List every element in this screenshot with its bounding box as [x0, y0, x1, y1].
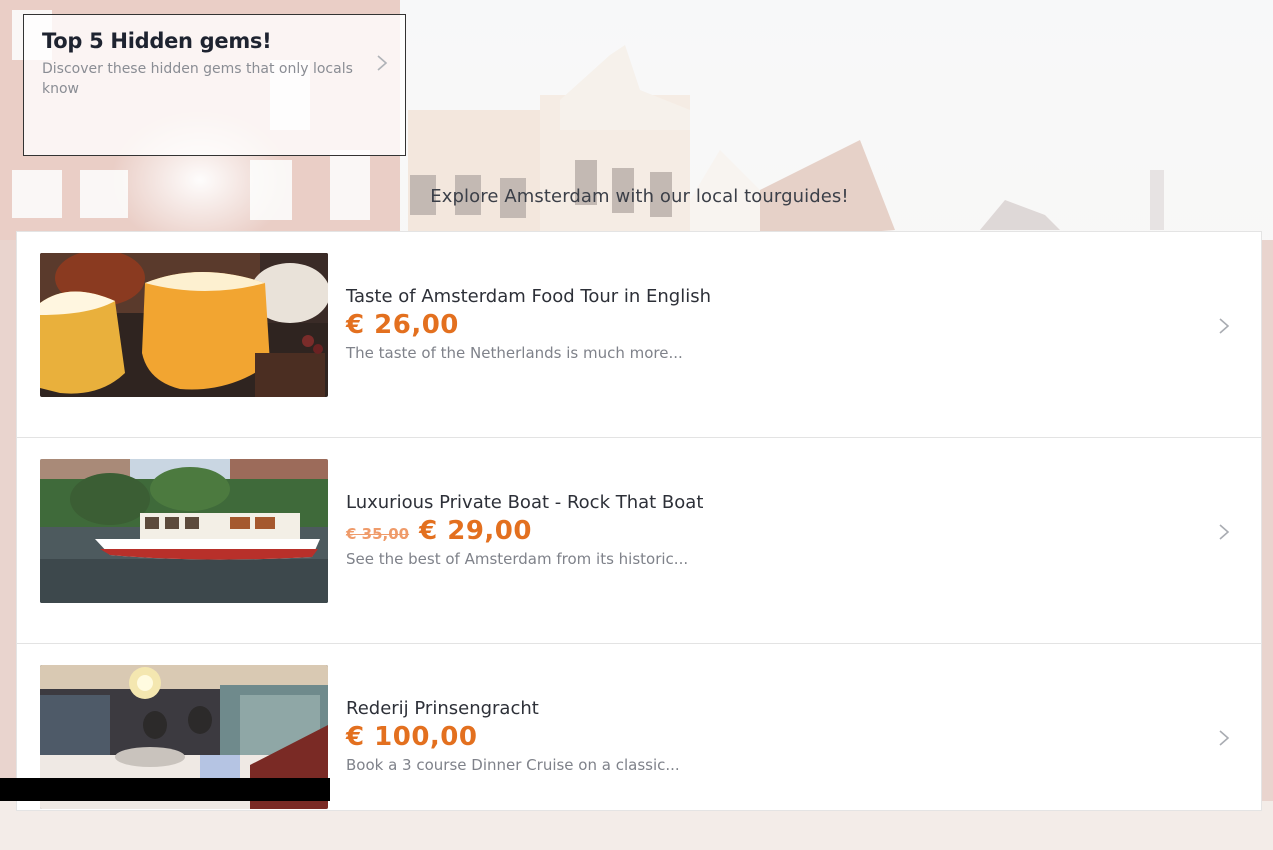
- tour-item[interactable]: Luxurious Private Boat - Rock That Boat …: [17, 438, 1261, 644]
- hidden-gems-card[interactable]: Top 5 Hidden gems! Discover these hidden…: [23, 14, 406, 156]
- tour-old-price: € 35,00: [346, 525, 410, 543]
- chevron-right-icon: [377, 55, 388, 71]
- tour-description: See the best of Amsterdam from its histo…: [346, 550, 689, 568]
- tour-price: € 100,00: [346, 722, 478, 752]
- chevron-right-icon[interactable]: [1217, 316, 1231, 336]
- explore-heading: Explore Amsterdam with our local tourgui…: [430, 186, 849, 207]
- chevron-right-icon[interactable]: [1217, 728, 1231, 748]
- tour-price-row: € 100,00: [346, 722, 477, 756]
- tour-item[interactable]: Taste of Amsterdam Food Tour in English …: [17, 232, 1261, 438]
- tour-description: The taste of the Netherlands is much mor…: [346, 344, 683, 362]
- hidden-gems-title: Top 5 Hidden gems!: [42, 29, 272, 53]
- tour-price-row: € 35,00 € 29,00: [346, 516, 532, 550]
- tour-title[interactable]: Taste of Amsterdam Food Tour in English: [346, 286, 711, 307]
- tour-title[interactable]: Luxurious Private Boat - Rock That Boat: [346, 492, 703, 513]
- tour-image-beer-tasting: [40, 253, 328, 397]
- tour-price: € 26,00: [346, 310, 459, 340]
- tour-description: Book a 3 course Dinner Cruise on a class…: [346, 756, 680, 774]
- tour-image-private-boat: [40, 459, 328, 603]
- chevron-right-icon[interactable]: [1217, 522, 1231, 542]
- tour-item[interactable]: Rederij Prinsengracht € 100,00 Book a 3 …: [17, 644, 1261, 850]
- hidden-gems-subtitle: Discover these hidden gems that only loc…: [42, 61, 353, 97]
- tour-title[interactable]: Rederij Prinsengracht: [346, 698, 539, 719]
- tour-list: Taste of Amsterdam Food Tour in English …: [16, 231, 1262, 811]
- tour-price-row: € 26,00: [346, 310, 459, 344]
- bottom-overlay-bar: [0, 778, 330, 801]
- tour-price: € 29,00: [419, 516, 532, 546]
